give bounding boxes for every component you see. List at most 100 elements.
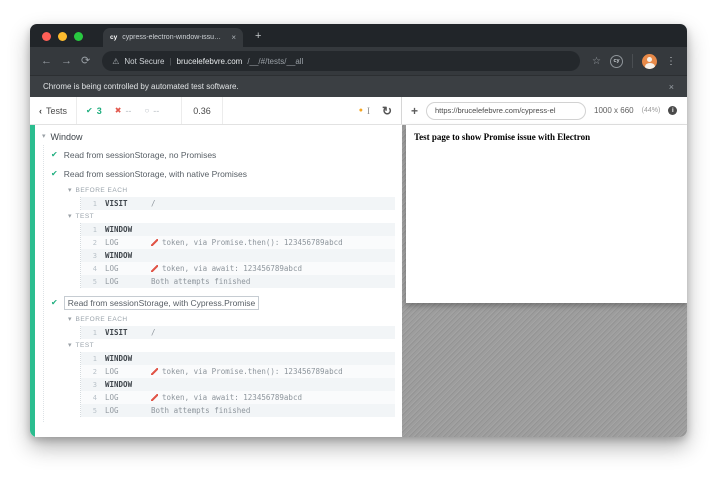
test-section-header[interactable]: ▾TEST [64,210,397,223]
suite-row[interactable]: ▾Window [36,128,397,145]
minimize-window-button[interactable] [58,32,67,41]
back-icon[interactable]: ← [41,56,52,67]
restart-tests-icon[interactable]: ↻ [382,104,392,118]
command-message-text: / [151,328,156,337]
profile-avatar[interactable] [642,54,657,69]
command-row[interactable]: 3WINDOW [81,249,395,262]
test-commands: 1 WINDOW 2LOGtoken, via Promise.then(): 12… [80,352,395,417]
zoom-window-button[interactable] [74,32,83,41]
command-row[interactable]: 1 WINDOW [81,352,395,365]
command-message: token, via await: 123456789abcd [151,393,391,402]
browser-menu-icon[interactable]: ⋮ [666,56,676,67]
pin-icon [151,265,158,272]
before-each-section-header[interactable]: ▾ BEFORE EACH [64,313,397,326]
browser-window: cy cypress-electron-window-issu… × + ← →… [30,24,687,437]
command-row[interactable]: 5LOGBoth attempts finished [81,404,395,417]
back-to-tests-button[interactable]: ‹ Tests [39,106,67,116]
command-row[interactable]: 2LOGtoken, via Promise.then(): 123456789… [81,236,395,249]
url-domain: brucelefebvre.com [177,57,243,66]
caret-down-icon[interactable]: ▾ [68,187,72,194]
pending-circle-icon: ○ [144,106,149,115]
url-path: /__/#/tests/__all [247,57,303,66]
command-name: VISIT [105,328,151,337]
command-row[interactable]: 4LOGtoken, via await: 123456789abcd [81,391,395,404]
tab-title: cypress-electron-window-issu… [122,34,226,41]
command-message-text: token, via await: 123456789abcd [162,393,302,402]
before-each-commands: 1VISIT/ [80,197,395,210]
titlebar: cy cypress-electron-window-issu… × + [30,24,687,47]
bookmark-star-icon[interactable]: ☆ [592,56,601,67]
reload-icon[interactable]: ⟳ [81,56,90,67]
header-divider [181,97,182,124]
caret-down-icon[interactable]: ▾ [68,316,72,323]
failed-stat: ✖ -- [115,106,132,116]
command-name: LOG [105,406,151,415]
browser-tab[interactable]: cy cypress-electron-window-issu… × [103,28,243,47]
command-row[interactable]: 1 VISIT/ [81,326,395,339]
forward-icon[interactable]: → [61,56,72,67]
test-body: ▾BEFORE EACH1VISIT/▾TEST1WINDOW2LOGtoken… [64,183,397,293]
aut-iframe[interactable]: Test page to show Promise issue with Ele… [406,125,687,303]
new-tab-button[interactable]: + [255,30,261,42]
command-message: token, via await: 123456789abcd [151,264,391,273]
pin-icon [151,239,158,246]
failed-count: -- [125,106,131,116]
command-message: Both attempts finished [151,277,391,286]
header-divider [76,97,77,124]
caret-down-icon[interactable]: ▾ [42,133,46,140]
pending-count: -- [153,106,159,116]
command-number: 1 [81,329,97,337]
traffic-lights [42,32,83,41]
banner-close-icon[interactable]: × [669,82,674,92]
viewport-info-icon[interactable]: i [668,106,677,115]
command-row[interactable]: 4LOGtoken, via await: 123456789abcd [81,262,395,275]
before-each-section-header[interactable]: ▾ BEFORE EACH [64,184,397,197]
test-passed-check-icon: ✔ [51,170,58,178]
command-name: WINDOW [105,354,151,363]
aut-panel: Test page to show Promise issue with Ele… [402,125,687,437]
aut-url-field[interactable]: https://brucelefebvre.com/cypress-el [426,102,586,120]
command-row[interactable]: 1VISIT/ [81,197,395,210]
command-message-text: token, via await: 123456789abcd [162,264,302,273]
command-row[interactable]: 3WINDOW [81,378,395,391]
test-row[interactable]: ✔Read from sessionStorage, with Cypress.… [44,293,397,312]
not-secure-label: Not Secure [124,57,164,66]
command-row[interactable]: 2LOGtoken, via Promise.then(): 123456789… [81,365,395,378]
before-each-label: BEFORE EACH [76,187,128,194]
failed-x-icon: ✖ [115,106,122,115]
command-row[interactable]: 5LOGBoth attempts finished [81,275,395,288]
pending-stat: ○ -- [144,106,159,116]
test-title[interactable]: Read from sessionStorage, with Cypress.P… [64,296,260,310]
caret-down-icon[interactable]: ▾ [68,342,72,349]
test-list: ▾Window✔Read from sessionStorage, no Pro… [35,125,402,437]
address-bar[interactable]: ⚠ Not Secure | brucelefebvre.com /__/#/t… [102,51,580,71]
test-row[interactable]: ✔ Read from sessionStorage, with native P… [44,164,397,183]
text-cursor-icon: I [367,106,370,116]
caret-down-icon[interactable]: ▾ [68,213,72,220]
before-each-commands: 1 VISIT/ [80,326,395,339]
test-row[interactable]: ✔Read from sessionStorage, no Promises [44,145,397,164]
command-message: / [151,199,391,208]
test-title[interactable]: Read from sessionStorage, with native Pr… [64,169,247,179]
command-name: LOG [105,277,151,286]
cypress-extension-icon[interactable]: cy [610,55,623,68]
suite-body: ✔Read from sessionStorage, no Promises✔R… [43,145,397,422]
command-name: WINDOW [105,251,151,260]
test-title[interactable]: Read from sessionStorage, no Promises [64,150,217,160]
command-name: VISIT [105,199,151,208]
selector-playground-icon[interactable]: + [411,105,418,117]
status-dot-icon: ● [359,107,363,114]
command-message-text: / [151,199,156,208]
command-number: 3 [81,381,97,389]
command-number: 1 [81,226,97,234]
command-number: 4 [81,265,97,273]
viewport-scale-label: (44%) [642,107,661,114]
command-row[interactable]: 1WINDOW [81,223,395,236]
tab-close-icon[interactable]: × [231,33,236,42]
close-window-button[interactable] [42,32,51,41]
before-each-label: BEFORE EACH [76,316,128,323]
command-number: 1 [81,355,97,363]
test-body: ▾ BEFORE EACH 1 VISIT/ ▾TEST 1 WINDOW 2LOGtoken… [64,312,397,422]
test-section-header[interactable]: ▾TEST [64,339,397,352]
command-number: 2 [81,239,97,247]
